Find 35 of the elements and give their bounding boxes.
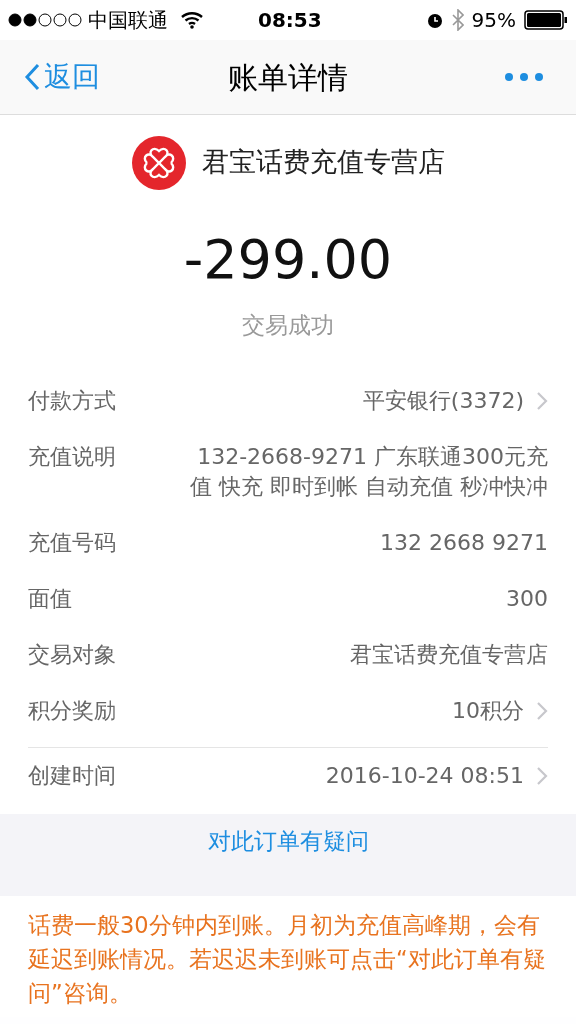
detail-label: 面值	[28, 584, 73, 613]
wifi-icon	[180, 11, 204, 29]
carrier-logo-icon	[131, 135, 186, 190]
detail-label: 交易对象	[28, 640, 117, 669]
chevron-right-icon	[536, 700, 548, 721]
back-button[interactable]: 返回	[24, 56, 100, 98]
clock-time: 08:53	[258, 7, 322, 34]
detail-value: 10积分	[451, 696, 524, 725]
detail-value: 132-2668-9271 广东联通300元充值 快充 即时到帐 自动充值 秒冲快冲	[189, 442, 548, 501]
amount: -299.00	[182, 230, 394, 290]
battery-icon	[524, 10, 568, 30]
carrier-name: 中国联通	[88, 7, 168, 34]
back-chevron-icon	[24, 63, 40, 91]
notice-toast: 话费一般30分钟内到账。月初为充值高峰期，会有延迟到账情况。若迟迟未到账可点击“对此订单有疑问”咨询。	[0, 896, 576, 1024]
detail-label: 积分奖励	[28, 696, 117, 725]
detail-label: 充值说明	[28, 442, 117, 471]
detail-value: 2016-10-24 08:51	[324, 761, 524, 790]
page-title: 账单详情	[228, 58, 348, 97]
detail-value: 300	[505, 584, 548, 613]
detail-value: 平安银行(3372)	[361, 386, 524, 415]
battery-percent: 95%	[471, 7, 516, 34]
signal-icon	[8, 13, 84, 27]
chevron-right-icon	[536, 390, 548, 411]
question-link[interactable]: 对此订单有疑问	[207, 823, 369, 858]
detail-label: 创建时间	[28, 761, 117, 790]
merchant-name: 君宝话费充值专营店	[201, 145, 445, 180]
alarm-icon	[425, 11, 444, 29]
transaction-status: 交易成功	[241, 311, 335, 340]
detail-label: 付款方式	[28, 386, 117, 415]
bluetooth-icon	[451, 9, 464, 31]
chevron-right-icon	[536, 765, 548, 786]
detail-value: 132 2668 9271	[379, 528, 548, 557]
detail-value: 君宝话费充值专营店	[349, 640, 548, 669]
detail-label: 充值号码	[28, 528, 117, 557]
more-icon[interactable]	[504, 72, 544, 82]
